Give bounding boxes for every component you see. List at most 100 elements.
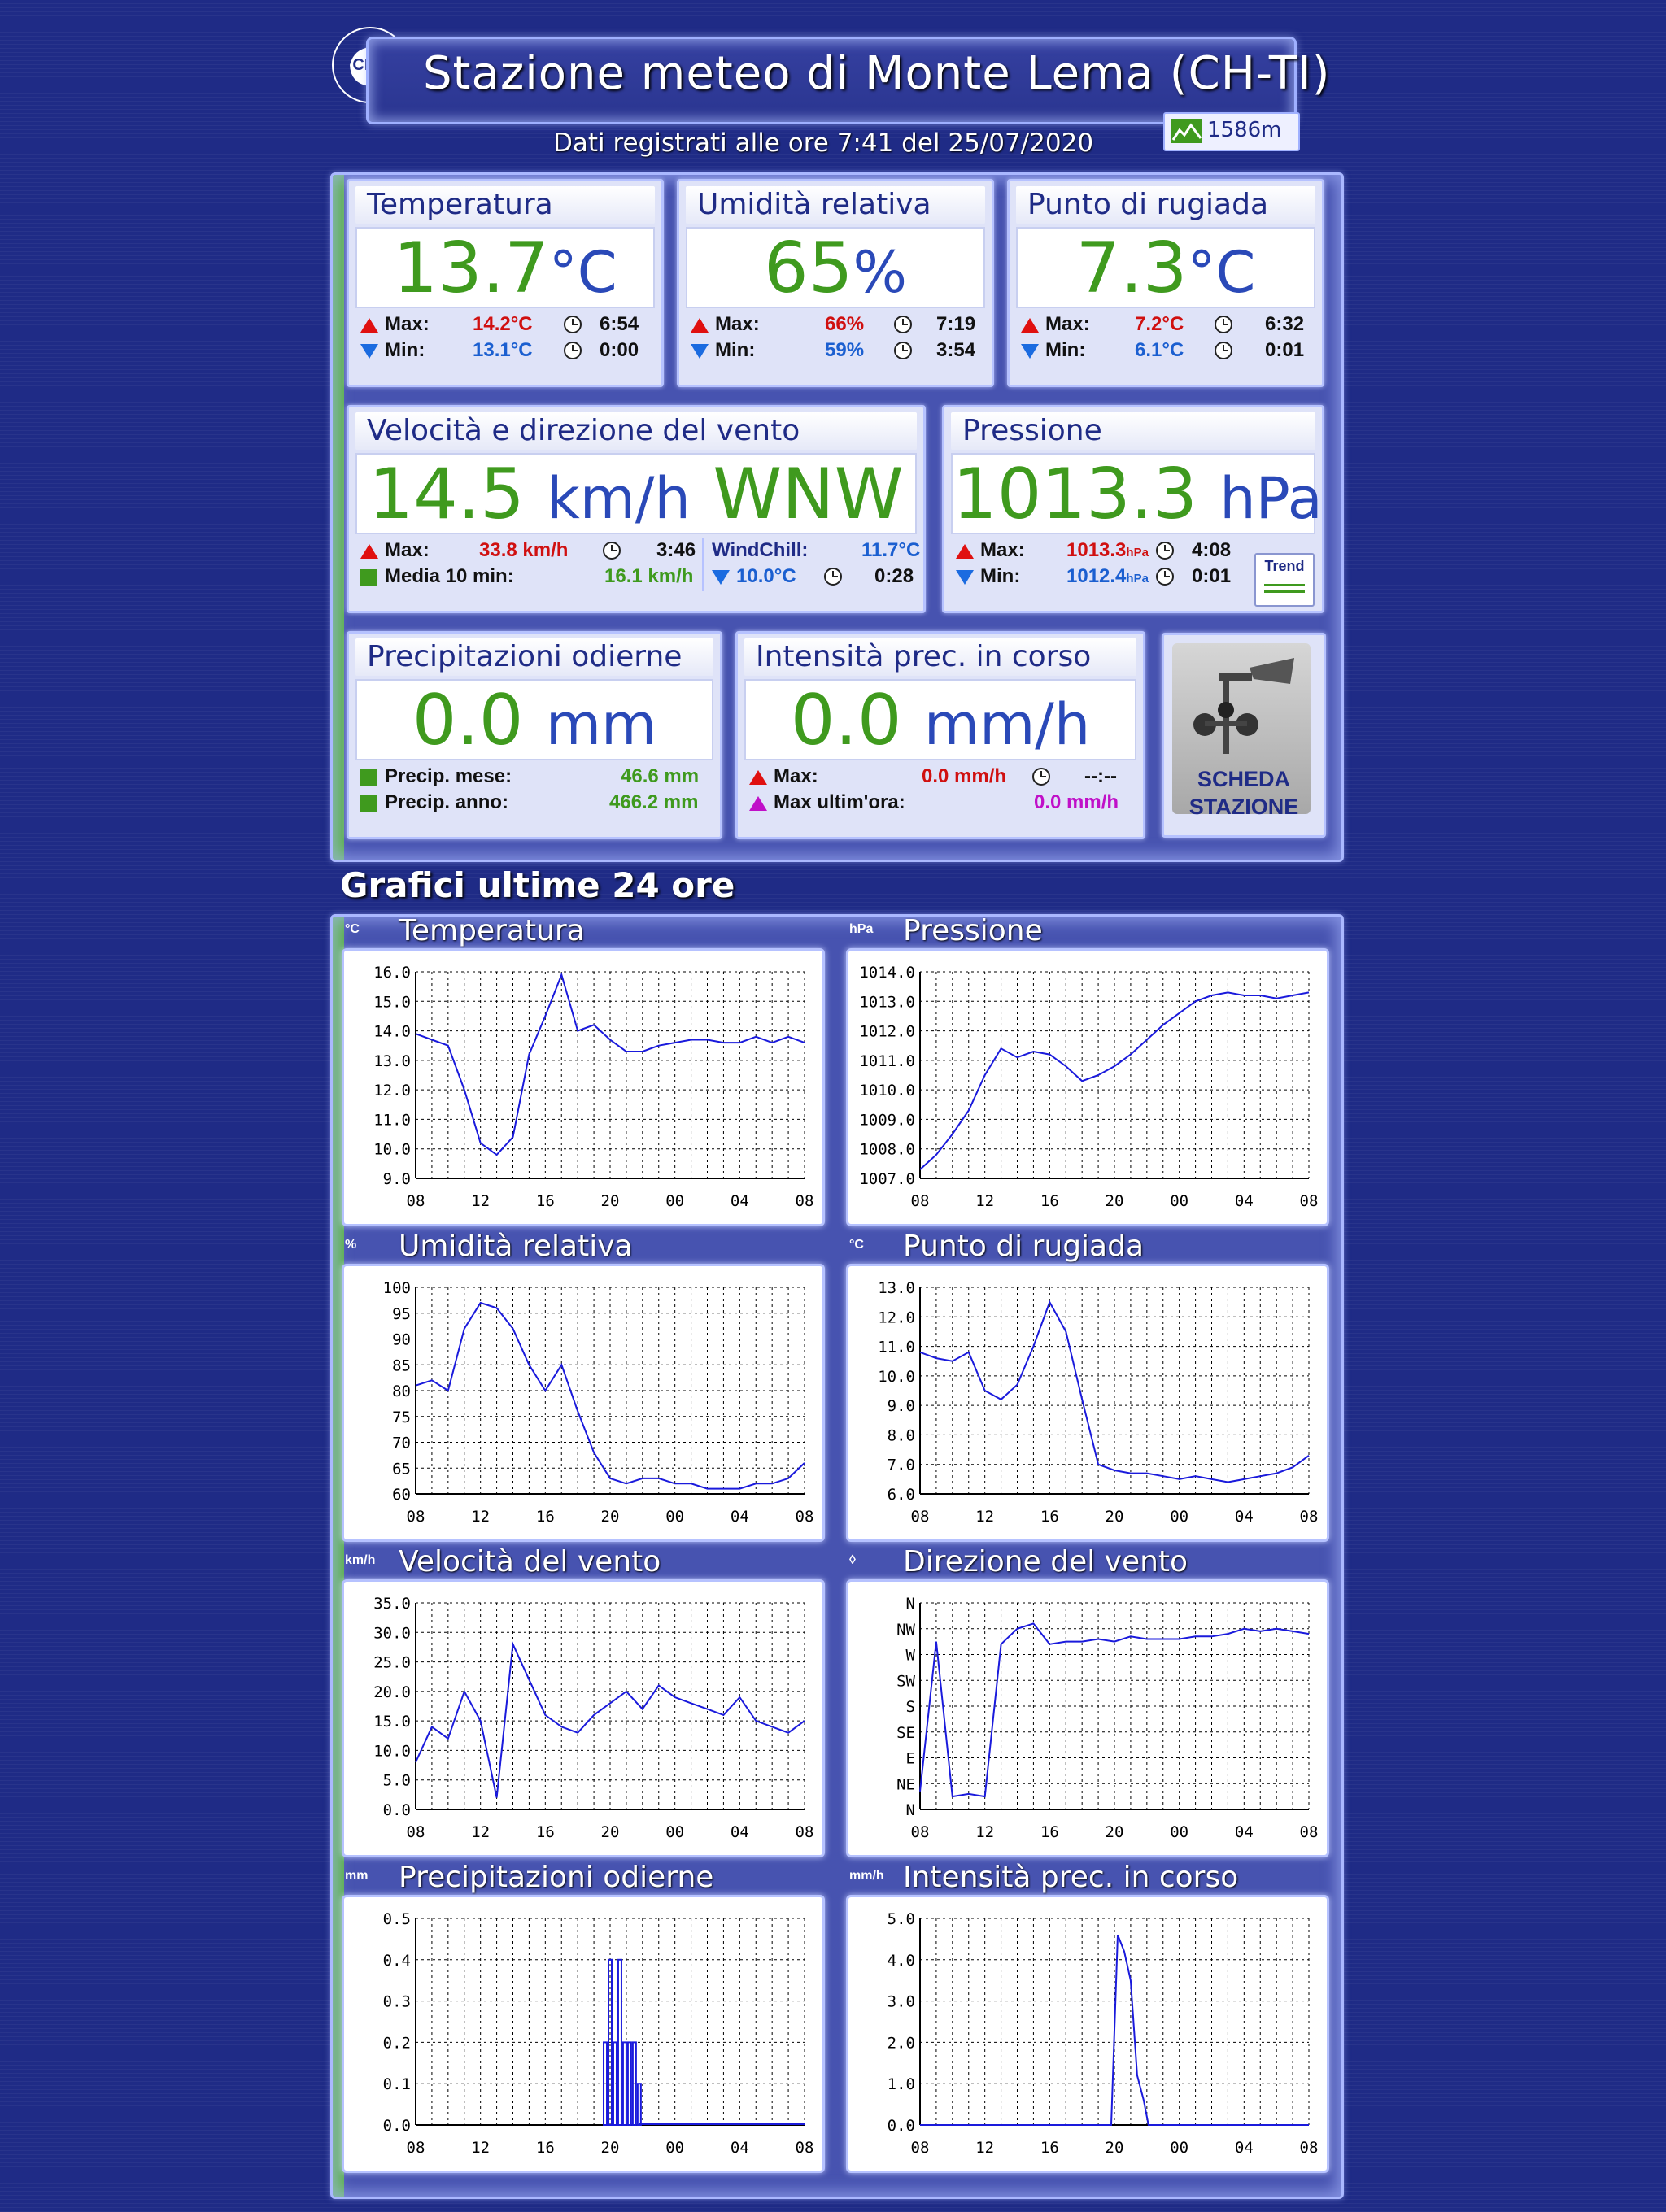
max-label: Max: (1045, 313, 1090, 335)
y-tick-label: 13.0 (878, 1279, 915, 1297)
punto-di-rugiada-chart-svg: 13.0 12.0 11.0 10.0 9.0 8.0 7.0 6.0 08 12 16 20 00 04… (878, 1279, 1318, 1526)
umidita-relativa-chart-svg: 100 95 90 85 80 75 70 65 60 08 12 16 20 00 04 08 (383, 1279, 814, 1526)
min-label: Min: (1045, 339, 1086, 361)
y-tick-label: 85 (392, 1356, 411, 1374)
min-arrow-icon (691, 343, 709, 359)
clock-icon (1215, 342, 1232, 359)
y-tick-label: 0.5 (383, 1910, 411, 1928)
y-tick-label: NW (896, 1621, 915, 1639)
pressure-max-unit: hPa (1126, 546, 1149, 560)
y-tick-label: 0.0 (383, 2117, 411, 2135)
x-tick-label: 08 (407, 1823, 425, 1841)
y-tick-label: 5.0 (888, 1910, 915, 1928)
precipitazioni-odierne-chart-svg: 0.5 0.4 0.3 0.2 0.1 0.0 08 12 16 20 00 04 08 (383, 1910, 814, 2157)
intensity-value-box: 0.0 mm/h (744, 679, 1136, 760)
x-tick-label: 20 (1106, 1823, 1124, 1841)
y-tick-label: 7.0 (888, 1457, 915, 1474)
trend-button[interactable]: Trend (1254, 553, 1315, 607)
y-tick-label: 1009.0 (859, 1111, 915, 1129)
y-tick-label: SE (896, 1724, 915, 1742)
clock-icon (894, 316, 912, 333)
clock-icon (1156, 542, 1174, 560)
x-tick-label: 08 (796, 1823, 814, 1841)
wind-max-time: 3:46 (656, 539, 696, 561)
y-tick-label: 95 (392, 1305, 411, 1323)
station-sheet-label: SCHEDA STAZIONE (1164, 765, 1324, 821)
max-arrow-icon (749, 769, 767, 785)
x-tick-label: 20 (601, 1823, 620, 1841)
precipitation-value: 0.0 (412, 680, 524, 761)
pressure-min-unit: hPa (1126, 572, 1149, 586)
x-tick-label: 16 (536, 1192, 555, 1210)
min-label: Min: (980, 565, 1021, 587)
windchill-min-time: 0:28 (874, 565, 914, 587)
y-tick-label: N (906, 1801, 915, 1819)
y-tick-label: 20.0 (373, 1683, 411, 1701)
trend-line-icon (1264, 590, 1305, 593)
umidita-relativa-chart-title: Umidità relativa (399, 1230, 633, 1263)
y-tick-label: 1008.0 (859, 1141, 915, 1159)
x-tick-label: 12 (471, 2139, 490, 2157)
y-tick-label: 11.0 (373, 1111, 411, 1129)
x-tick-label: 04 (731, 1192, 749, 1210)
y-tick-label: 2.0 (888, 2034, 915, 2052)
station-sheet-button[interactable]: SCHEDA STAZIONE (1162, 633, 1326, 838)
max-label: Max: (774, 765, 818, 787)
x-tick-label: 08 (796, 1192, 814, 1210)
pressure-value-box: 1013.3 hPa (951, 453, 1323, 534)
x-tick-label: 04 (1235, 1508, 1254, 1526)
station-sheet-line2: STAZIONE (1188, 795, 1299, 819)
pressione-chart-svg: 1014.0 1013.0 1012.0 1011.0 1010.0 1009.0 1008… (859, 964, 1318, 1210)
pressure-min-wrap: 1012.4hPa (1066, 564, 1149, 592)
clock-icon (564, 342, 582, 359)
y-tick-label: 75 (392, 1409, 411, 1426)
pressure-max-wrap: 1013.3hPa (1066, 538, 1149, 566)
intensity-max-hour: 0.0 mm/h (1034, 791, 1119, 813)
square-icon (360, 795, 377, 812)
y-tick-label: N (906, 1595, 915, 1613)
direzione-del-vento-unit-label: ◊ (849, 1553, 856, 1567)
y-tick-label: 65 (392, 1460, 411, 1478)
wind-value-box: 14.5 km/h WNW (355, 453, 917, 534)
y-tick-label: 1010.0 (859, 1082, 915, 1099)
y-tick-label: 1014.0 (859, 964, 915, 982)
x-tick-label: 12 (975, 1823, 994, 1841)
y-tick-label: 30.0 (373, 1624, 411, 1642)
y-tick-label: 90 (392, 1331, 411, 1349)
min-arrow-icon (360, 343, 378, 359)
precipitazioni-odierne-bar (612, 2041, 617, 2126)
x-tick-label: 16 (1040, 1823, 1059, 1841)
temperatura-unit-label: °C (345, 922, 360, 936)
intensity-value: 0.0 (790, 680, 902, 761)
humidity-value: 65 (764, 228, 853, 309)
pressione-chart: 1014.0 1013.0 1012.0 1011.0 1010.0 1009.0 1008… (846, 948, 1329, 1226)
x-tick-label: 00 (1170, 1508, 1188, 1526)
umidita-relativa-unit-label: % (345, 1238, 357, 1252)
x-tick-label: 12 (471, 1192, 490, 1210)
temperature-max-time: 6:54 (600, 313, 639, 335)
mountain-icon (1171, 119, 1202, 143)
direzione-del-vento-chart-title: Direzione del vento (903, 1545, 1188, 1578)
dewpoint-unit: °C (1187, 239, 1256, 306)
y-tick-label: 15.0 (373, 993, 411, 1011)
intensity-title: Intensità prec. in corso (744, 638, 1136, 676)
temperature-card: Temperatura 13.7°C Max: 14.2°C 6:54 Min: 13… (347, 179, 664, 387)
min-arrow-icon (712, 569, 730, 585)
x-tick-label: 08 (911, 1823, 930, 1841)
dewpoint-value-box: 7.3°C (1016, 227, 1315, 308)
y-tick-label: 35.0 (373, 1595, 411, 1613)
velocita-del-vento-chart-title: Velocità del vento (399, 1545, 661, 1578)
y-tick-label: 3.0 (888, 1993, 915, 2011)
trend-label: Trend (1264, 558, 1305, 574)
x-tick-label: 20 (1106, 1508, 1124, 1526)
max-label: Max: (385, 313, 430, 335)
x-tick-label: 00 (665, 2139, 684, 2157)
precipitazioni-odierne-chart: 0.5 0.4 0.3 0.2 0.1 0.0 08 12 16 20 00 04 08 (342, 1895, 825, 2173)
x-tick-label: 16 (536, 1508, 555, 1526)
temperatura-chart: 16.0 15.0 14.0 13.0 12.0 11.0 10.0 9.0 08 12 16 20 0… (342, 948, 825, 1226)
x-tick-label: 08 (1300, 1823, 1319, 1841)
direzione-del-vento-chart: N NW W SW S SE E NE N 08 12 16 20 00 04 08 (846, 1579, 1329, 1857)
clock-icon (1215, 316, 1232, 333)
wind-value: 14.5 (369, 454, 525, 535)
precip-month-label: Precip. mese: (385, 765, 512, 787)
